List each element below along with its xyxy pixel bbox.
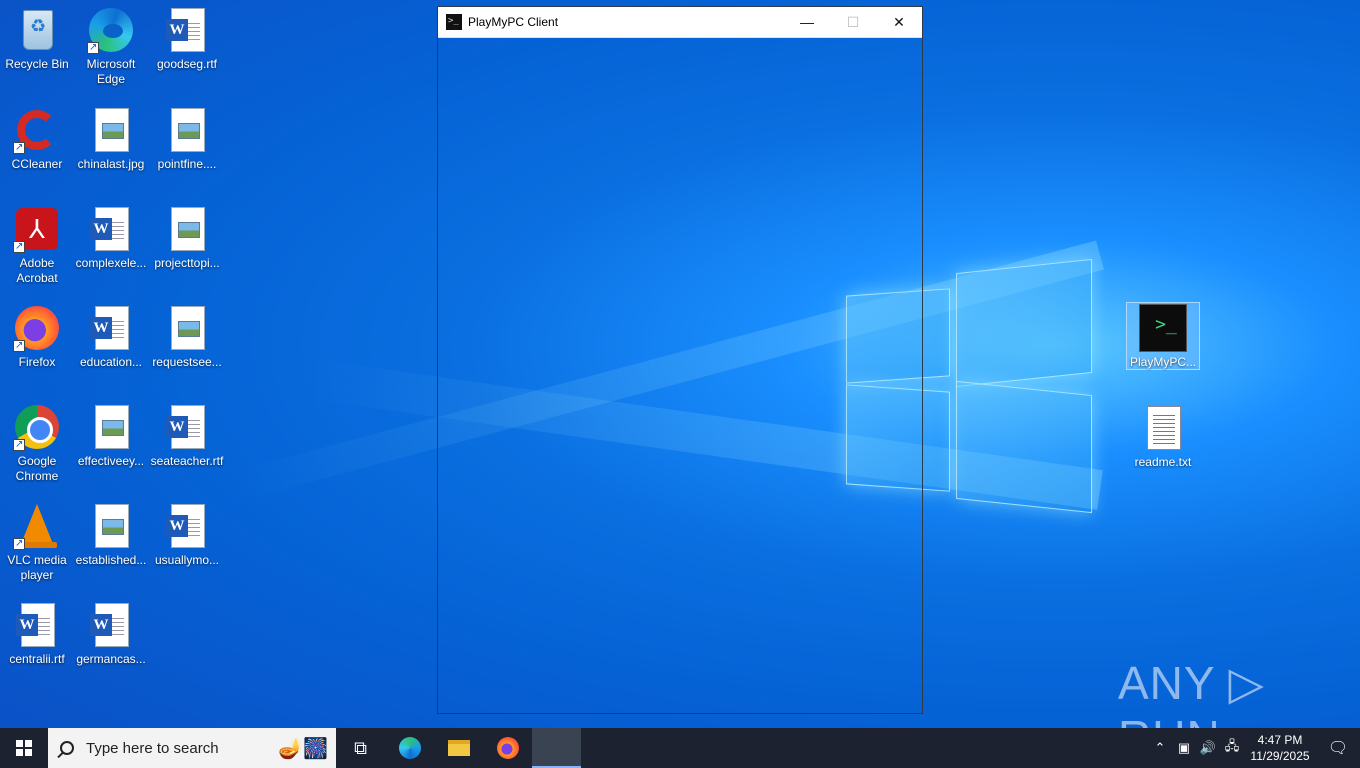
desktop-icon[interactable]: pointfine.... [150,106,224,172]
word-document-icon: W [87,205,135,253]
taskbar-edge[interactable] [385,728,434,768]
desktop-icon[interactable]: CCleaner [0,106,74,172]
desktop-icon-label: Google Chrome [15,454,59,483]
word-document-icon: W [13,601,61,649]
chrome-icon [13,403,61,452]
desktop-icon-label: requestsee... [152,355,222,369]
desktop-icon-label: pointfine.... [157,157,217,171]
desktop-icon-label: effectiveey... [77,454,145,468]
edge-icon [87,6,135,55]
image-file-icon [87,502,135,550]
taskbar-playmypc[interactable] [532,728,581,768]
vlc-icon [13,502,61,551]
desktop-icon-label: PlayMyPC... [1129,355,1196,369]
start-button[interactable] [0,728,48,768]
taskbar-clock[interactable]: 4:47 PM 11/29/2025 [1244,732,1316,764]
desktop-icon-label: CCleaner [11,157,63,171]
task-view-button[interactable]: ⧉ [336,728,385,768]
console-icon: >_ [1139,304,1187,352]
desktop-icon-label: centralii.rtf [9,652,65,666]
image-file-icon [87,403,135,451]
desktop-icon-label: projecttopi... [154,256,220,270]
taskbar-file-explorer[interactable] [434,728,483,768]
acrobat-icon: ⅄ [13,205,61,254]
desktop-icon[interactable]: Wgoodseg.rtf [150,6,224,72]
network-icon[interactable]: 🖧 [1220,737,1244,759]
edge-icon [398,737,421,759]
desktop-icon[interactable]: Wgermancas... [74,601,148,667]
desktop-icon-label: Adobe Acrobat [16,256,58,285]
image-file-icon [163,304,211,352]
playmypc-client-window[interactable]: >_ PlayMyPC Client — ☐ ✕ [437,6,923,714]
desktop-icon-label: Microsoft Edge [86,57,136,86]
desktop-icon-label: germancas... [76,652,146,666]
search-icon [60,741,74,755]
desktop-icon-playmypc[interactable]: >_ PlayMyPC... [1126,302,1200,370]
desktop-icon-label: education... [79,355,143,369]
desktop-icon-label: goodseg.rtf [156,57,218,71]
desktop-icon[interactable]: Wseateacher.rtf [150,403,224,469]
desktop-icon[interactable]: ⅄Adobe Acrobat [0,205,74,286]
volume-icon[interactable]: 🔊 [1196,740,1220,756]
desktop-icon-label: VLC media player [7,553,67,582]
desktop-icon-label: readme.txt [1134,455,1192,469]
desktop-icon[interactable]: requestsee... [150,304,224,370]
taskbar: Type here to search 🪔🎆 ⧉ ⌃ ▣ 🔊 🖧 4:47 PM… [0,728,1360,768]
desktop-icon[interactable]: Recycle Bin [0,6,74,72]
word-document-icon: W [163,6,211,54]
notification-icon[interactable]: 🗨 [1316,738,1360,758]
desktop-icon-label: Recycle Bin [5,57,69,71]
word-document-icon: W [87,601,135,649]
desktop-icon[interactable]: Weducation... [74,304,148,370]
clock-time: 4:47 PM [1257,733,1303,747]
firefox-icon [13,304,61,353]
meet-now-icon[interactable]: ▣ [1172,740,1196,756]
desktop-icon-label: established... [75,553,147,567]
recycle-bin-icon [13,6,61,54]
desktop-icon[interactable]: Wcentralii.rtf [0,601,74,667]
image-file-icon [87,106,135,154]
minimize-button[interactable]: — [784,7,830,38]
taskbar-firefox[interactable] [483,728,532,768]
word-document-icon: W [163,403,211,451]
desktop-icon-label: Firefox [18,355,56,369]
desktop-icon-label: seateacher.rtf [150,454,224,468]
desktop-icon[interactable]: established... [74,502,148,568]
desktop-icon-label: usuallymo... [154,553,220,567]
firefox-icon [496,737,519,759]
text-file-icon [1139,404,1187,452]
window-title: PlayMyPC Client [468,15,559,29]
clock-date: 11/29/2025 [1250,749,1310,763]
desktop-icon[interactable]: VLC media player [0,502,74,583]
console-icon: >_ [446,14,462,30]
word-document-icon: W [163,502,211,550]
task-view-icon: ⧉ [354,737,367,758]
desktop-icon[interactable]: Google Chrome [0,403,74,484]
window-titlebar[interactable]: >_ PlayMyPC Client — ☐ ✕ [438,7,922,38]
chevron-up-icon[interactable]: ⌃ [1148,740,1172,756]
desktop-icon-readme[interactable]: readme.txt [1126,404,1200,470]
folder-icon [447,740,470,756]
search-highlight-icon: 🪔🎆 [278,737,328,760]
desktop-icon[interactable]: Wusuallymo... [150,502,224,568]
desktop-icon[interactable]: Wcomplexele... [74,205,148,271]
close-button[interactable]: ✕ [876,7,922,38]
desktop-icon-label: complexele... [75,256,147,270]
image-file-icon [163,106,211,154]
desktop-icon[interactable]: effectiveey... [74,403,148,469]
taskbar-search-box[interactable]: Type here to search 🪔🎆 [48,728,336,768]
windows-icon [16,740,32,756]
desktop-icon[interactable]: Microsoft Edge [74,6,148,87]
ccleaner-icon [13,106,61,155]
maximize-button[interactable]: ☐ [830,7,876,38]
word-document-icon: W [87,304,135,352]
desktop-icon[interactable]: chinalast.jpg [74,106,148,172]
image-file-icon [163,205,211,253]
desktop-icon[interactable]: Firefox [0,304,74,370]
search-placeholder: Type here to search [86,739,219,757]
desktop-icon-label: chinalast.jpg [77,157,145,171]
desktop-icon[interactable]: projecttopi... [150,205,224,271]
system-tray: ⌃ ▣ 🔊 🖧 4:47 PM 11/29/2025 🗨 [1148,728,1360,768]
